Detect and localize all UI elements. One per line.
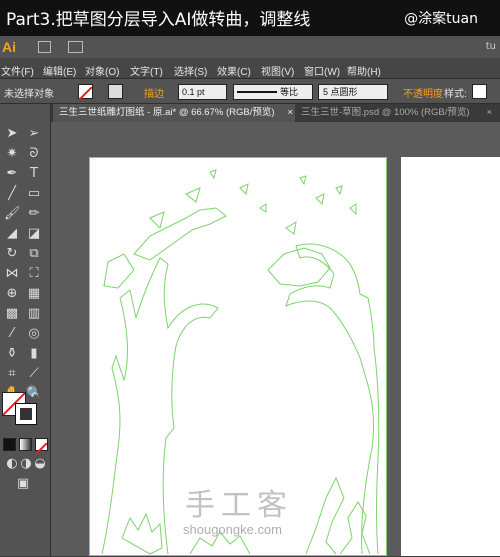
tab-label: 三生三世纸雕灯图纸 - 原.ai* @ 66.67% (RGB/预览) bbox=[59, 107, 275, 118]
fill-swatch[interactable] bbox=[78, 84, 93, 101]
menu-type[interactable]: 文字(T) bbox=[130, 63, 163, 78]
tab-active-document[interactable]: 三生三世纸雕灯图纸 - 原.ai* @ 66.67% (RGB/预览) × bbox=[53, 104, 297, 122]
menu-edit[interactable]: 编辑(E) bbox=[43, 63, 76, 78]
opacity-label[interactable]: 不透明度 bbox=[403, 85, 443, 100]
menu-effect[interactable]: 效果(C) bbox=[217, 63, 251, 78]
paintbrush-icon[interactable]: 🖌 bbox=[4, 206, 21, 222]
menu-select[interactable]: 选择(S) bbox=[174, 63, 207, 78]
stroke-color-icon[interactable] bbox=[15, 403, 37, 425]
menu-file[interactable]: 文件(F) bbox=[1, 63, 34, 78]
menu-help[interactable]: 帮助(H) bbox=[347, 63, 381, 78]
selection-tool-icon[interactable]: ➤ bbox=[4, 126, 20, 142]
menu-view[interactable]: 视图(V) bbox=[261, 63, 294, 78]
pencil-icon[interactable]: ✏ bbox=[26, 206, 42, 222]
width-tool-icon[interactable]: ⋈ bbox=[4, 266, 20, 282]
profile-label: 等比 bbox=[280, 87, 299, 97]
symbol-sprayer-icon[interactable]: ⚱ bbox=[4, 346, 20, 362]
bridge-icon[interactable] bbox=[38, 41, 51, 53]
close-tab-icon[interactable]: × bbox=[287, 104, 293, 122]
color-mode-icon[interactable] bbox=[3, 438, 16, 451]
site-watermark-url: shougongke.com bbox=[183, 522, 283, 537]
slice-tool-icon[interactable]: ⟋ bbox=[26, 366, 42, 382]
graphic-style-swatch[interactable] bbox=[472, 84, 487, 99]
tab-label: 三生三世-草图.psd @ 100% (RGB/预览) bbox=[301, 107, 470, 118]
stroke-weight-field[interactable]: 0.1 pt bbox=[178, 84, 227, 100]
live-paint-icon[interactable]: ▦ bbox=[26, 286, 42, 302]
secondary-artboard[interactable] bbox=[401, 157, 500, 556]
none-fill-icon bbox=[78, 86, 93, 101]
brush-definition[interactable]: 5 点圆形 bbox=[318, 84, 388, 100]
type-tool-icon[interactable]: T bbox=[26, 166, 42, 182]
none-mode-icon[interactable] bbox=[35, 438, 48, 455]
tab-sketch-document[interactable]: 三生三世-草图.psd @ 100% (RGB/预览) × bbox=[295, 104, 500, 122]
menu-object[interactable]: 对象(O) bbox=[85, 63, 119, 78]
banner-title: Part3.把草图分层导入AI做转曲，调整线 bbox=[6, 10, 311, 30]
line-profile-icon bbox=[237, 91, 277, 93]
site-watermark-cn: 手工客 bbox=[185, 488, 293, 523]
stroke-label[interactable]: 描边 bbox=[144, 85, 164, 100]
author-watermark: @涂案tuan bbox=[404, 11, 478, 27]
draw-inside-icon[interactable]: ◒ bbox=[32, 456, 48, 472]
graph-tool-icon[interactable]: ▮ bbox=[26, 346, 42, 362]
variable-width-profile[interactable]: 等比 bbox=[233, 84, 313, 100]
arrange-documents-icon[interactable] bbox=[68, 41, 83, 53]
artboard-tool-icon[interactable]: ⌗ bbox=[4, 366, 20, 382]
tutorial-banner: Part3.把草图分层导入AI做转曲，调整线 @涂案tuan bbox=[0, 0, 500, 36]
selection-status: 未选择对象 bbox=[4, 89, 54, 100]
close-tab-icon[interactable]: × bbox=[486, 104, 492, 122]
perspective-grid-icon[interactable]: ▩ bbox=[4, 306, 20, 322]
magic-wand-icon[interactable]: ✷ bbox=[4, 146, 20, 162]
workspace-label: tu bbox=[485, 41, 496, 52]
free-transform-icon[interactable]: ⛶ bbox=[26, 266, 42, 282]
shape-builder-icon[interactable]: ⊕ bbox=[4, 286, 20, 302]
direct-selection-tool-icon[interactable]: ➢ bbox=[26, 126, 42, 142]
screen-mode-icon[interactable]: ▣ bbox=[15, 476, 31, 492]
scale-tool-icon[interactable]: ⧉ bbox=[26, 246, 42, 262]
menu-window[interactable]: 窗口(W) bbox=[304, 63, 340, 78]
gradient-mode-icon[interactable] bbox=[19, 438, 32, 451]
rotate-tool-icon[interactable]: ↻ bbox=[4, 246, 20, 262]
line-tool-icon[interactable]: ╱ bbox=[4, 186, 20, 202]
blob-brush-icon[interactable]: ◢ bbox=[4, 226, 20, 242]
eyedropper-icon[interactable]: ⁄ bbox=[4, 326, 20, 342]
gradient-tool-icon[interactable]: ▥ bbox=[26, 306, 42, 322]
rectangle-tool-icon[interactable]: ▭ bbox=[26, 186, 42, 202]
pen-tool-icon[interactable]: ✒ bbox=[4, 166, 20, 182]
eraser-icon[interactable]: ◪ bbox=[26, 226, 42, 242]
swap-colors-icon[interactable]: ↶ bbox=[30, 391, 38, 402]
blend-tool-icon[interactable]: ◎ bbox=[26, 326, 42, 342]
lasso-icon[interactable]: ᘐ bbox=[26, 146, 42, 162]
stroke-swatch[interactable] bbox=[108, 84, 123, 99]
app-logo: Ai bbox=[2, 39, 16, 55]
none-slash-icon bbox=[35, 442, 48, 455]
style-label: 样式: bbox=[444, 89, 467, 100]
